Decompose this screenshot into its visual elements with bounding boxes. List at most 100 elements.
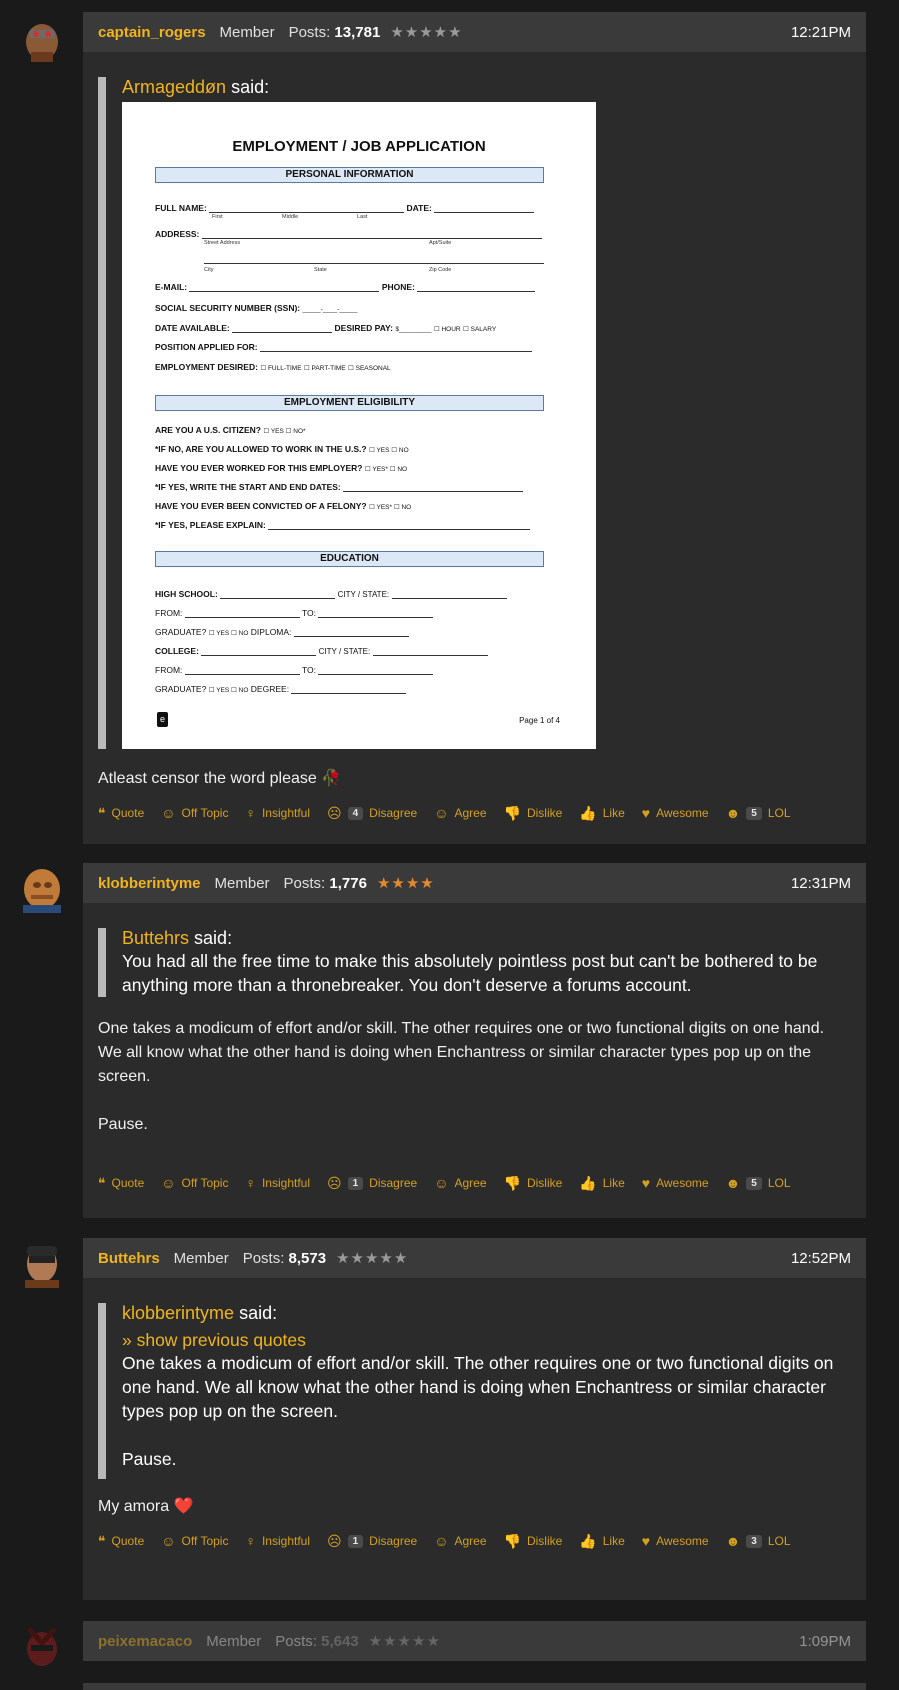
lol-count: 5 (746, 1176, 762, 1190)
quoted-image-document[interactable]: EMPLOYMENT / JOB APPLICATION PERSONAL IN… (122, 102, 596, 749)
quote-icon: ❝ (98, 1532, 106, 1549)
smile-icon: ☺ (434, 1533, 449, 1549)
quote-block: Armageddøn said: EMPLOYMENT / JOB APPLIC… (98, 77, 851, 749)
reaction-bar: ❝ Quote ☺ Off Topic ♀ Insightful ☹ 1 Disagree… (98, 1529, 851, 1553)
doc-line: *IF YES, WRITE THE START AND END DATES: (155, 482, 524, 492)
insightful-button[interactable]: ♀ Insightful (245, 1175, 310, 1191)
lol-button[interactable]: ☻ 3 LOL (726, 1533, 791, 1549)
doc-sub: Middle (282, 214, 299, 220)
show-previous-quotes-link[interactable]: » show previous quotes (122, 1330, 851, 1351)
insightful-button[interactable]: ♀ Insightful (245, 805, 310, 821)
reaction-bar: ❝ Quote ☺ Off Topic ♀ Insightful ☹ 4 Disagree… (98, 801, 851, 825)
smiley-icon: ☺ (161, 805, 176, 821)
doc-line: FROM: TO: (155, 608, 434, 618)
quote-said: said: (189, 928, 233, 948)
post-count: Posts: 8,573 (243, 1250, 326, 1267)
avatar[interactable] (17, 1238, 67, 1288)
frown-icon: ☹ (327, 1174, 342, 1191)
off-topic-button[interactable]: ☺ Off Topic (161, 1175, 228, 1191)
quote-button[interactable]: ❝ Quote (98, 1533, 144, 1550)
quote-author[interactable]: Armageddøn (122, 77, 226, 97)
post-time[interactable]: 12:52PM (791, 1250, 851, 1267)
lightbulb-icon: ♀ (245, 1533, 256, 1549)
doc-line: FROM: TO: (155, 665, 434, 675)
post-count-label: Posts: (283, 874, 326, 892)
like-button[interactable]: 👍 Like (579, 1175, 624, 1192)
doc-line: GRADUATE? ☐ YES ☐ NO DEGREE: (155, 684, 407, 694)
agree-button[interactable]: ☺ Agree (434, 805, 486, 821)
lol-button[interactable]: ☻ 5 LOL (726, 1175, 791, 1191)
quote-attribution: klobberintyme said: (122, 1303, 851, 1324)
quote-button[interactable]: ❝ Quote (98, 805, 144, 822)
doc-sub: City (204, 267, 214, 273)
reaction-bar: ❝ Quote ☺ Off Topic ♀ Insightful ☹ 1 Disagree… (98, 1171, 851, 1195)
quote-said: said: (234, 1303, 278, 1323)
post-time[interactable]: 12:31PM (791, 875, 851, 892)
off-topic-button[interactable]: ☺ Off Topic (161, 805, 228, 821)
disagree-button[interactable]: ☹ 1 Disagree (327, 1175, 417, 1192)
awesome-button[interactable]: ♥ Awesome (642, 805, 709, 821)
post-count: Posts: 5,643 (275, 1633, 358, 1650)
heart-icon: ♥ (641, 1533, 651, 1549)
awesome-button[interactable]: ♥ Awesome (642, 1533, 709, 1549)
post-count-label: Posts: (288, 23, 331, 41)
doc-line: ARE YOU A U.S. CITIZEN? ☐ YES ☐ NO* (155, 425, 306, 435)
username[interactable]: peixemacaco (98, 1633, 192, 1650)
like-button[interactable]: 👍 Like (579, 1533, 624, 1550)
rank-stars: ★★★★★ (390, 24, 463, 41)
user-role: Member (173, 1249, 229, 1267)
quote-button[interactable]: ❝ Quote (98, 1175, 144, 1192)
rank-stars: ★★★★★ (368, 1633, 441, 1650)
avatar[interactable] (17, 863, 67, 913)
lol-button[interactable]: ☻ 5 LOL (726, 805, 791, 821)
post-card: captain_rogers Member Posts: 13,781 ★★★★… (83, 12, 866, 844)
avatar[interactable] (17, 1621, 67, 1671)
doc-logo-icon: e (157, 712, 168, 727)
post-text: Atleast censor the word please 🥀 (98, 770, 342, 787)
agree-button[interactable]: ☺ Agree (434, 1175, 486, 1191)
awesome-button[interactable]: ♥ Awesome (642, 1175, 709, 1191)
doc-rule (204, 263, 544, 264)
quote-author[interactable]: Buttehrs (122, 928, 189, 948)
doc-line: SOCIAL SECURITY NUMBER (SSN): _____-____… (155, 303, 358, 313)
username[interactable]: klobberintyme (98, 875, 201, 892)
avatar[interactable] (17, 12, 67, 62)
post-count: Posts: 1,776 (284, 875, 367, 892)
post-count: Posts: 13,781 (289, 24, 381, 41)
doc-sub: Zip Code (429, 267, 452, 273)
quote-text: Pause. (122, 1449, 177, 1469)
dislike-button[interactable]: 👎 Dislike (504, 1533, 563, 1550)
doc-line: COLLEGE: CITY / STATE: (155, 646, 488, 656)
agree-button[interactable]: ☺ Agree (434, 1533, 486, 1549)
doc-sub: State (314, 267, 327, 273)
doc-section-personal: PERSONAL INFORMATION (155, 167, 544, 183)
thumbs-down-icon: 👎 (503, 804, 521, 821)
thumbs-down-icon: 👎 (503, 1532, 521, 1549)
disagree-count: 4 (347, 806, 364, 820)
doc-sub: Apt/Suite (429, 240, 452, 246)
like-button[interactable]: 👍 Like (579, 805, 624, 822)
doc-line: *IF NO, ARE YOU ALLOWED TO WORK IN THE U… (155, 444, 409, 454)
quote-text: You had all the free time to make this a… (122, 951, 818, 995)
quote-author[interactable]: klobberintyme (122, 1303, 234, 1323)
dislike-button[interactable]: 👎 Dislike (504, 805, 563, 822)
disagree-button[interactable]: ☹ 1 Disagree (327, 1533, 417, 1550)
insightful-button[interactable]: ♀ Insightful (245, 1533, 310, 1549)
post-time[interactable]: 12:21PM (791, 24, 851, 41)
quote-icon: ❝ (98, 804, 106, 821)
post-text: Pause. (98, 1116, 148, 1133)
user-role: Member (214, 874, 270, 892)
smile-icon: ☺ (434, 805, 449, 821)
heart-icon: ♥ (641, 805, 651, 821)
thumbs-up-icon: 👍 (579, 1174, 597, 1191)
dislike-button[interactable]: 👎 Dislike (504, 1175, 563, 1192)
post-time[interactable]: 1:09PM (799, 1633, 851, 1650)
username[interactable]: Buttehrs (98, 1250, 160, 1267)
username[interactable]: captain_rogers (98, 24, 206, 41)
quote-block: klobberintyme said: » show previous quot… (98, 1303, 851, 1479)
lightbulb-icon: ♀ (245, 1175, 256, 1191)
off-topic-button[interactable]: ☺ Off Topic (161, 1533, 228, 1549)
user-role: Member (206, 1632, 262, 1650)
disagree-button[interactable]: ☹ 4 Disagree (327, 805, 417, 822)
post-count-value: 1,776 (329, 874, 367, 892)
